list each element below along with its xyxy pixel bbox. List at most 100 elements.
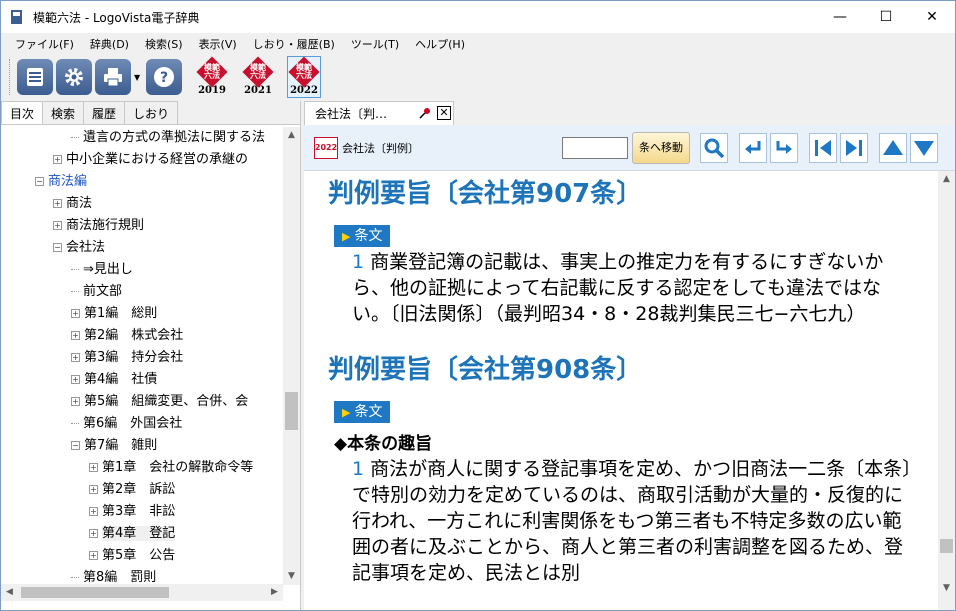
tree-item[interactable]: + 商法 [1, 193, 283, 215]
expand-icon[interactable]: + [89, 507, 98, 516]
navigation-pane: 目次 検索 履歴 しおり 遺言の方式の準拠法に関する法 + 中小企業における経営の承… [1, 101, 301, 610]
tree-item-label: 第3章 非訟 [102, 504, 176, 519]
title-bar: 模範六法 - LogoVista電子辞典 — ☐ ✕ [1, 1, 955, 33]
close-tab-icon[interactable]: ✕ [437, 106, 451, 120]
help-button[interactable]: ? [146, 59, 182, 95]
menu-bookmarks[interactable]: しおり・履歴(B) [245, 36, 343, 52]
document-tab[interactable]: 会社法〔判… ✕ [304, 101, 454, 125]
tree-item-label: ⇒見出し [83, 262, 133, 277]
section-heading: 判例要旨〔会社第908条〕 [328, 355, 643, 385]
find-button[interactable] [700, 132, 728, 163]
menu-help[interactable]: ヘルプ(H) [407, 36, 473, 52]
scroll-left-arrow-icon[interactable]: ◀ [1, 584, 18, 601]
expand-icon[interactable]: + [53, 199, 62, 208]
scroll-page-down-button[interactable] [910, 132, 938, 163]
content-scroll-thumb[interactable] [940, 539, 953, 553]
settings-button[interactable] [56, 59, 92, 95]
tree-item[interactable]: + 第5編 組織変更、合併、会 [1, 391, 283, 413]
tree-horizontal-scrollbar[interactable]: ◀ ▶ [1, 584, 283, 601]
tree-item[interactable]: 遺言の方式の準拠法に関する法 [1, 127, 283, 149]
collapse-icon[interactable]: − [71, 441, 80, 450]
question-icon: ? [154, 67, 174, 87]
tab-search[interactable]: 検索 [42, 101, 85, 124]
forward-button[interactable] [770, 132, 798, 163]
expand-icon[interactable]: + [71, 353, 80, 362]
minimize-button[interactable]: — [817, 1, 863, 33]
tree-item[interactable]: + 第2編 株式会社 [1, 325, 283, 347]
scroll-up-arrow-icon[interactable]: ▲ [283, 127, 300, 144]
tree-item[interactable]: + 第1編 総則 [1, 303, 283, 325]
article-text-link[interactable]: ▶ 条文 [334, 225, 391, 247]
back-button[interactable] [739, 132, 767, 163]
article-text-label: 条文 [354, 404, 383, 420]
collapse-icon[interactable]: − [35, 177, 44, 186]
tree-item[interactable]: ⇒見出し [1, 259, 283, 281]
window-title: 模範六法 - LogoVista電子辞典 [33, 10, 200, 25]
tree-scroll-thumb[interactable] [285, 392, 298, 430]
book-2021-button[interactable]: 模範六法 2021 [242, 56, 274, 97]
tree-item[interactable]: + 第2章 訴訟 [1, 479, 283, 501]
expand-icon[interactable]: + [71, 375, 80, 384]
tree-item[interactable]: + 第1章 会社の解散命令等 [1, 457, 283, 479]
paragraph-number: 1 [352, 458, 365, 480]
tab-contents[interactable]: 目次 [1, 101, 44, 124]
main-toolbar: ▼ ? 模範六法 2019 模範六法 2021 模範六法 2022 [1, 55, 955, 99]
expand-icon[interactable]: + [53, 221, 62, 230]
content-vertical-scrollbar[interactable]: ▲ ▼ [938, 171, 955, 610]
expand-icon[interactable]: + [71, 331, 80, 340]
dictionary-list-button[interactable] [17, 59, 53, 95]
print-button[interactable] [95, 59, 131, 95]
triangle-up-icon [883, 139, 903, 155]
tree-item[interactable]: 第8編 罰則 [1, 567, 283, 585]
collapse-icon[interactable]: − [53, 243, 62, 252]
expand-icon[interactable]: + [53, 155, 62, 164]
scroll-down-arrow-icon[interactable]: ▼ [938, 580, 955, 597]
scroll-right-arrow-icon[interactable]: ▶ [266, 584, 283, 601]
tree-item[interactable]: + 商法施行規則 [1, 215, 283, 237]
menu-tools[interactable]: ツール(T) [343, 36, 407, 52]
next-entry-button[interactable] [840, 132, 868, 163]
tree-item[interactable]: 第6編 外国会社 [1, 413, 283, 435]
tree-hscroll-thumb[interactable] [21, 587, 169, 598]
expand-icon[interactable]: + [71, 397, 80, 406]
document-pane: 会社法〔判… ✕ 2022 会社法〔判例〕 条へ移動 判例要旨〔会社第907条〕… [304, 101, 955, 610]
scroll-page-up-button[interactable] [879, 132, 907, 163]
article-text-link[interactable]: ▶ 条文 [334, 401, 391, 423]
print-dropdown-arrow[interactable]: ▼ [134, 73, 142, 82]
previous-entry-button[interactable] [809, 132, 837, 163]
article-number-input[interactable] [562, 136, 628, 159]
menu-file[interactable]: ファイル(F) [7, 36, 82, 52]
scroll-down-arrow-icon[interactable]: ▼ [283, 568, 300, 585]
scroll-up-arrow-icon[interactable]: ▲ [938, 171, 955, 188]
tree-item[interactable]: + 第4章 登記 [1, 523, 283, 545]
tab-history[interactable]: 履歴 [83, 101, 126, 124]
tree-item[interactable]: + 第3編 持分会社 [1, 347, 283, 369]
tab-bookmarks[interactable]: しおり [124, 101, 179, 124]
tree-item[interactable]: + 第4編 社債 [1, 369, 283, 391]
tree-item-label: 商法 [66, 196, 93, 211]
pin-icon[interactable] [419, 107, 431, 119]
menu-view[interactable]: 表示(V) [191, 36, 245, 52]
expand-icon[interactable]: + [89, 485, 98, 494]
expand-icon[interactable]: + [89, 551, 98, 560]
maximize-button[interactable]: ☐ [863, 1, 909, 33]
menu-search[interactable]: 検索(S) [137, 36, 191, 52]
tree-item[interactable]: + 中小企業における経営の承継の [1, 149, 283, 171]
expand-icon[interactable]: + [71, 309, 80, 318]
expand-icon[interactable]: + [89, 529, 98, 538]
tree-item[interactable]: + 第3章 非訟 [1, 501, 283, 523]
tree-vertical-scrollbar[interactable]: ▲ ▼ [283, 127, 300, 585]
document-title: 会社法〔判例〕 [342, 141, 419, 155]
tree-item[interactable]: 前文部 [1, 281, 283, 303]
book-2019-button[interactable]: 模範六法 2019 [196, 56, 228, 97]
close-button[interactable]: ✕ [909, 1, 955, 33]
tree-item[interactable]: − 会社法 [1, 237, 283, 259]
tree-item[interactable]: + 第5章 公告 [1, 545, 283, 567]
menu-dictionary[interactable]: 辞典(D) [82, 36, 137, 52]
tree-item[interactable]: − 第7編 雑則 [1, 435, 283, 457]
tree-item[interactable]: − 商法編 [1, 171, 283, 193]
book-2022-button[interactable]: 模範六法 2022 [287, 56, 321, 98]
jump-to-article-button[interactable]: 条へ移動 [632, 131, 690, 164]
expand-icon[interactable]: + [89, 463, 98, 472]
toolbar-grip[interactable] [9, 59, 13, 95]
